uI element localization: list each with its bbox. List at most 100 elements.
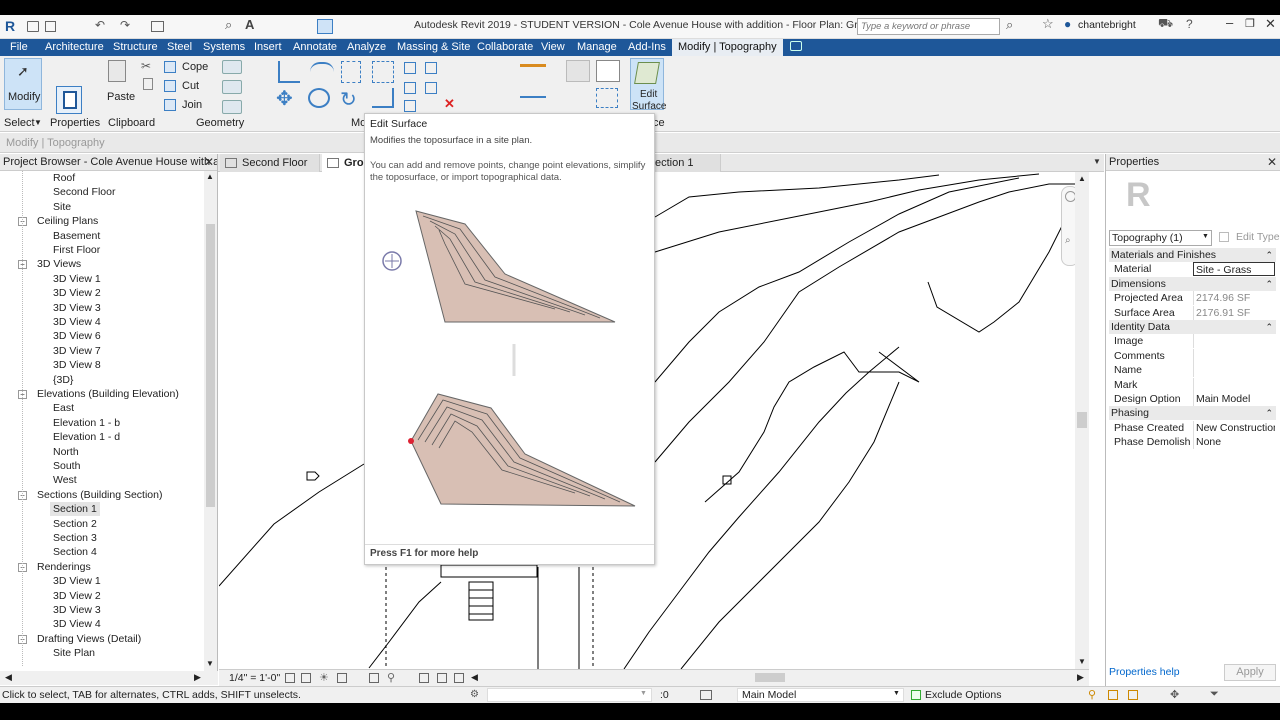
print-icon[interactable]	[151, 21, 164, 32]
edit-type-button[interactable]: Edit Type	[1236, 231, 1280, 243]
temporary-hide-icon[interactable]	[419, 673, 429, 683]
canvas-scroll-down-icon[interactable]: ▼	[1078, 657, 1086, 666]
tab-modify-topography[interactable]: Modify | Topography	[672, 39, 783, 56]
project-browser-hscroll[interactable]: ◀ ▶	[0, 671, 218, 685]
canvas-hscroll-thumb[interactable]	[755, 673, 785, 682]
sun-path-icon[interactable]: ☀	[319, 671, 329, 684]
text-icon[interactable]: A	[245, 17, 254, 32]
scale-icon[interactable]	[425, 82, 437, 94]
close-icon[interactable]: ✕	[1265, 16, 1276, 32]
help-icon[interactable]: ?	[1186, 17, 1193, 31]
canvas-vscroll[interactable]: ▲ ▼	[1075, 172, 1089, 669]
tree-item[interactable]: 3D View 6	[53, 329, 101, 343]
property-row[interactable]: Material Site - Grass	[1109, 262, 1276, 277]
offset-icon[interactable]	[310, 62, 334, 80]
zoom-icon[interactable]: ⌕	[1065, 235, 1071, 246]
tree-group[interactable]: Ceiling Plans	[37, 214, 98, 228]
create-similar-icon[interactable]	[596, 88, 618, 108]
tree-item[interactable]: Roof	[53, 171, 75, 185]
view-tab-section-1[interactable]: ection 1	[651, 154, 721, 172]
mirror-draw-axis-icon[interactable]	[372, 61, 394, 83]
panel-select-label[interactable]: Select	[4, 117, 35, 129]
tree-item[interactable]: South	[53, 459, 80, 473]
property-value[interactable]	[1193, 334, 1275, 349]
tab-view[interactable]: View	[535, 39, 571, 56]
property-section-header[interactable]: Dimensions ⌃	[1109, 276, 1276, 291]
copy-icon[interactable]	[143, 78, 153, 90]
property-row[interactable]: Comments	[1109, 348, 1276, 363]
properties-button[interactable]	[56, 86, 82, 114]
tree-item[interactable]: Section 4	[53, 545, 97, 559]
cut-label[interactable]: Cut	[182, 80, 199, 92]
tree-group[interactable]: Elevations (Building Elevation)	[37, 387, 179, 401]
canvas-scroll-up-icon[interactable]: ▲	[1078, 174, 1086, 183]
property-value[interactable]: New Construction	[1193, 420, 1275, 435]
tree-group[interactable]: Drafting Views (Detail)	[37, 632, 141, 646]
property-section-header[interactable]: Identity Data ⌃	[1109, 320, 1276, 334]
tree-item[interactable]: 3D View 4	[53, 315, 101, 329]
tree-item[interactable]: Section 2	[53, 517, 97, 531]
property-value[interactable]	[1193, 363, 1275, 378]
collapse-chevron-icon[interactable]: ⌃	[1265, 248, 1273, 262]
view-tab-ground[interactable]: Grou	[322, 154, 370, 172]
crop-view-icon[interactable]	[369, 673, 379, 683]
tab-massing-site[interactable]: Massing & Site	[391, 39, 476, 56]
hscroll-right-arrow-icon[interactable]: ▶	[194, 672, 201, 683]
edit-surface-button[interactable]: Edit Surface	[630, 58, 666, 112]
property-value[interactable]: Main Model	[1193, 392, 1275, 406]
property-section-header[interactable]: Phasing ⌃	[1109, 406, 1276, 421]
tree-item[interactable]: North	[53, 445, 79, 459]
scroll-down-arrow-icon[interactable]: ▼	[206, 659, 214, 668]
property-row[interactable]: Image	[1109, 334, 1276, 349]
tree-group[interactable]: 3D Views	[37, 257, 81, 271]
design-option-selector[interactable]: Main Model ▼	[737, 688, 904, 702]
split-element-icon[interactable]	[404, 62, 416, 74]
properties-help-link[interactable]: Properties help	[1109, 666, 1180, 678]
search-icon[interactable]: ⌕	[1006, 17, 1013, 33]
tree-item[interactable]: Section 3	[53, 531, 97, 545]
design-option-dropdown-icon[interactable]: ▼	[893, 690, 900, 697]
user-icon[interactable]: ●	[1064, 17, 1071, 31]
minimize-icon[interactable]: –	[1226, 15, 1233, 30]
tree-item[interactable]: Site	[53, 200, 71, 214]
measure-icon[interactable]: ⌕	[225, 17, 232, 33]
property-value[interactable]: None	[1193, 435, 1275, 450]
editing-requests-icon[interactable]	[700, 690, 712, 700]
drag-elements-icon[interactable]: ✥	[1170, 688, 1179, 701]
delete-icon[interactable]: ✕	[444, 96, 455, 112]
tree-item[interactable]: 3D View 7	[53, 344, 101, 358]
revit-logo-icon[interactable]: R	[5, 18, 15, 34]
property-row[interactable]: Projected Area 2174.96 SF	[1109, 291, 1276, 306]
cope-icon[interactable]	[164, 61, 176, 73]
tab-manage[interactable]: Manage	[571, 39, 623, 56]
select-pinned-icon[interactable]	[1128, 690, 1138, 700]
array-icon[interactable]	[404, 82, 416, 94]
scroll-up-arrow-icon[interactable]: ▲	[206, 172, 214, 181]
project-browser-scrollbar[interactable]: ▲ ▼	[204, 171, 217, 671]
exclude-options-checkbox[interactable]	[911, 690, 921, 700]
property-row[interactable]: Phase Demolish...None	[1109, 435, 1276, 450]
split-face-icon[interactable]	[222, 80, 242, 94]
align-icon[interactable]	[278, 61, 300, 83]
tree-item[interactable]: {3D}	[53, 373, 73, 387]
switch-join-order-icon[interactable]	[222, 60, 242, 74]
tree-item[interactable]: Second Floor	[53, 185, 115, 199]
hscroll-left-arrow-icon[interactable]: ◀	[5, 672, 12, 683]
tree-item[interactable]: Site Plan	[53, 646, 95, 660]
project-browser-close-icon[interactable]: ✕	[204, 155, 214, 169]
workset-dropdown-icon[interactable]: ▼	[640, 690, 647, 697]
collapse-chevron-icon[interactable]: ⌃	[1265, 406, 1273, 420]
shadows-icon[interactable]	[337, 673, 347, 683]
properties-close-icon[interactable]: ✕	[1267, 155, 1277, 169]
select-dropdown-icon[interactable]: ▼	[34, 118, 42, 127]
view-tab-second-floor[interactable]: Second Floor	[220, 154, 320, 172]
tree-group[interactable]: Sections (Building Section)	[37, 488, 162, 502]
restore-icon[interactable]: ❐	[1245, 17, 1255, 30]
favorites-star-icon[interactable]: ☆	[1042, 16, 1054, 32]
tab-systems[interactable]: Systems	[197, 39, 251, 56]
property-row[interactable]: Phase Created New Construction	[1109, 420, 1276, 435]
tree-item[interactable]: First Floor	[53, 243, 100, 257]
scroll-thumb[interactable]	[206, 224, 215, 507]
measure-tool-icon[interactable]	[520, 64, 546, 67]
cope-label[interactable]: Cope	[182, 61, 208, 73]
